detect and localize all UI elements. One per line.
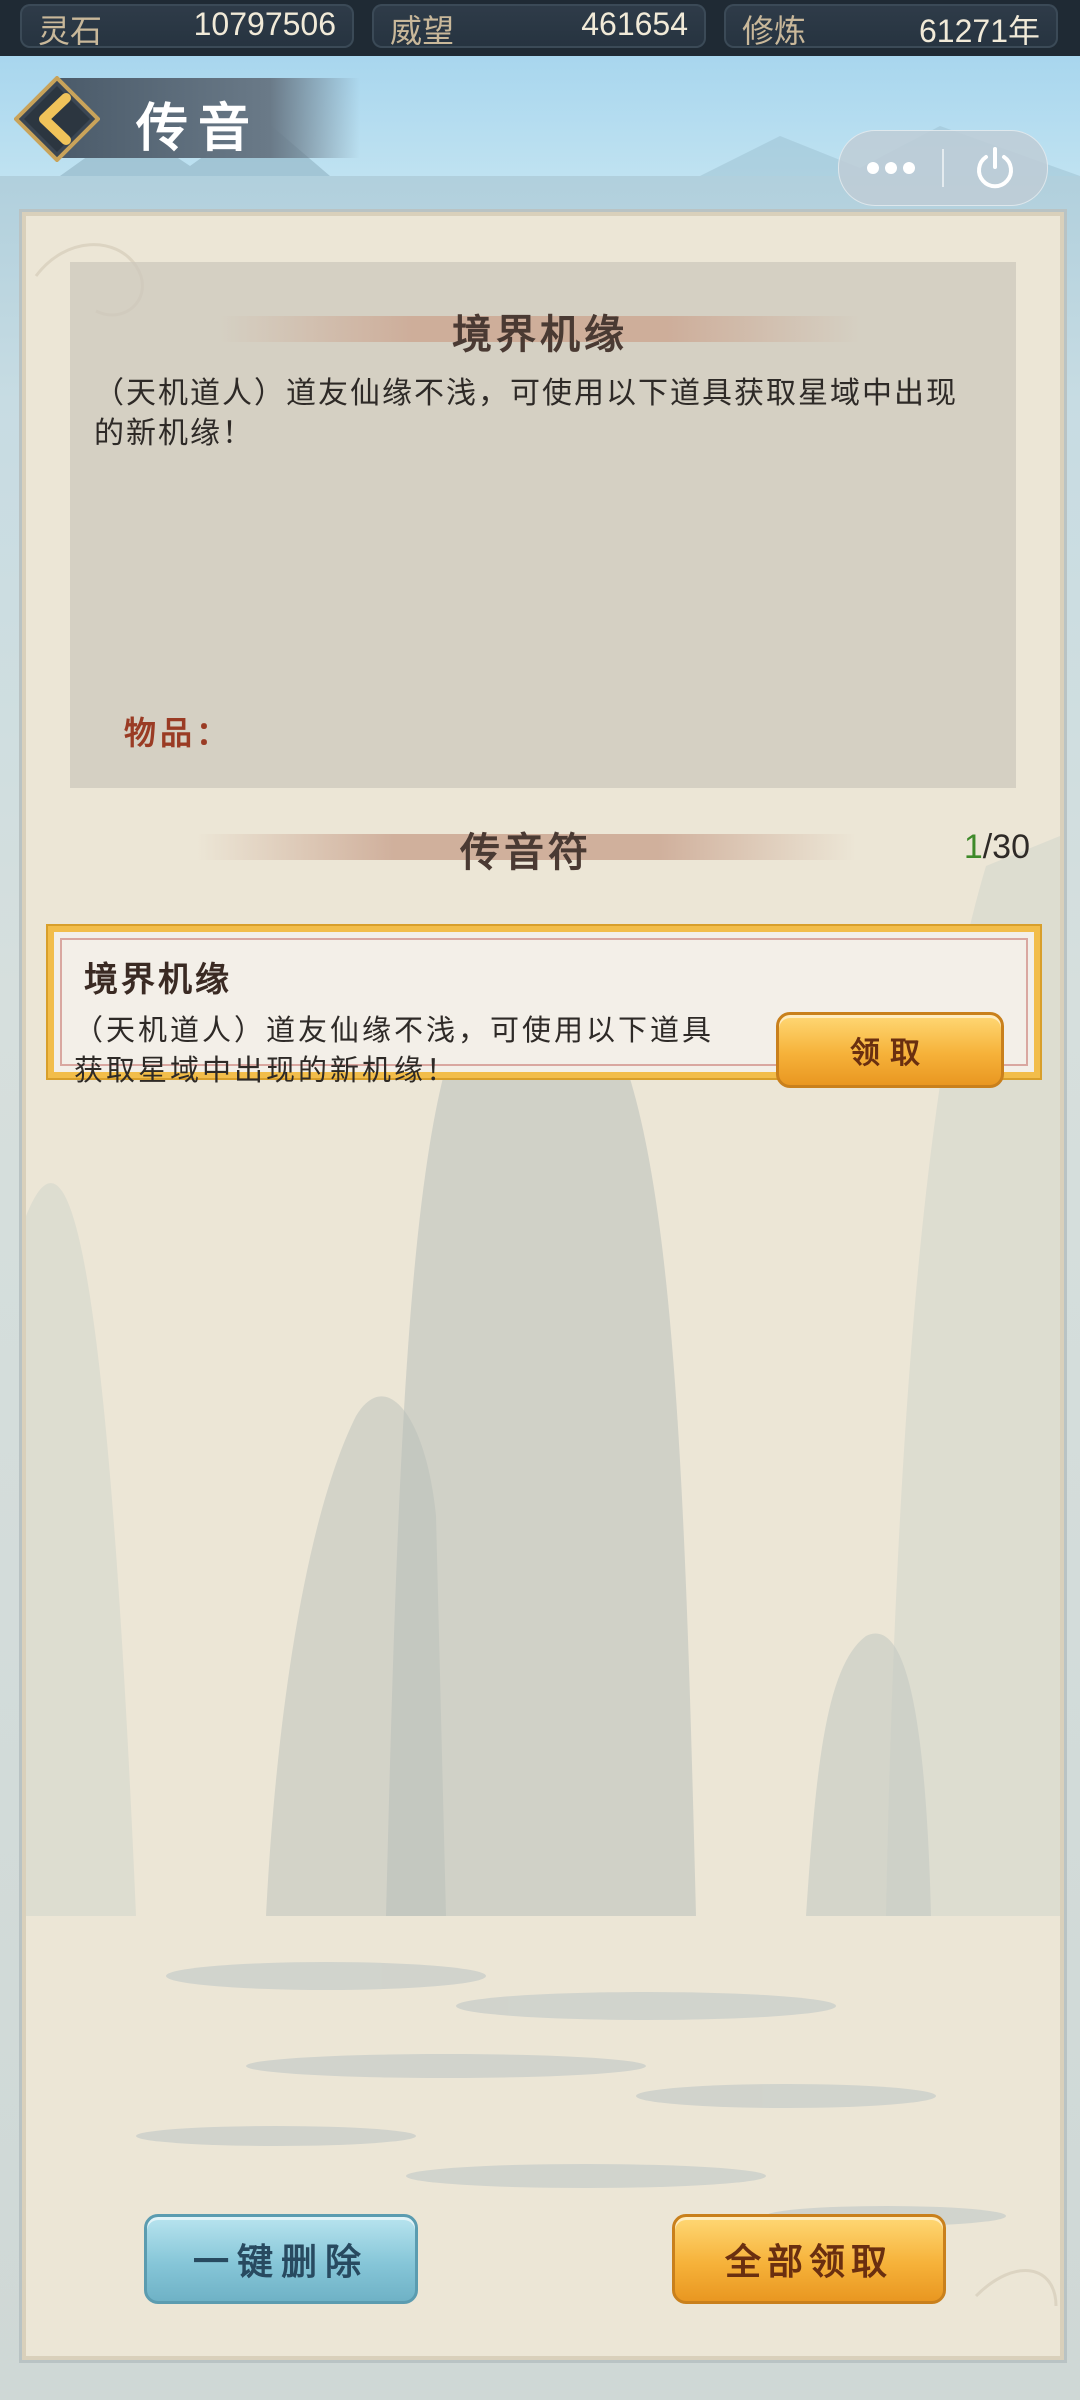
resource-bar: 灵石 10797506 威望 461654 修炼 61271年: [0, 0, 1080, 56]
mail-count-total: /30: [982, 828, 1030, 866]
more-button[interactable]: [839, 131, 943, 205]
back-button[interactable]: [13, 75, 101, 163]
resource-label: 灵石: [38, 12, 103, 50]
detail-body-text: （天机道人）道友仙缘不浅，可使用以下道具获取星域中出现的新机缘！: [94, 376, 958, 451]
claim-all-button[interactable]: 全部领取: [672, 2214, 946, 2304]
resource-spirit-stone: 灵石 10797506: [20, 4, 354, 50]
more-dots-icon: [867, 162, 915, 174]
mail-title: 境界机缘: [84, 960, 232, 1000]
detail-heading: 境界机缘: [452, 311, 628, 358]
delete-all-button[interactable]: 一键删除: [144, 2214, 418, 2304]
mail-detail: 境界机缘 （天机道人）道友仙缘不浅，可使用以下道具获取星域中出现的新机缘！ 物品…: [70, 262, 1016, 788]
claim-button[interactable]: 领取: [776, 1012, 1004, 1088]
list-heading: 传音符: [460, 829, 592, 876]
resource-label: 威望: [390, 12, 455, 50]
resource-value: 461654: [581, 6, 688, 42]
items-label: 物品：: [124, 714, 233, 752]
resource-cultivation: 修炼 61271年: [724, 4, 1058, 50]
list-heading-banner: 传音符: [196, 820, 856, 876]
chevron-left-icon: [13, 75, 101, 163]
mail-count: 1/30: [964, 828, 1030, 867]
mail-text: （天机道人）道友仙缘不浅，可使用以下道具获取星域中出现的新机缘！: [74, 1013, 715, 1087]
mail-count-current: 1: [963, 828, 983, 866]
mail-card[interactable]: 境界机缘 （天机道人）道友仙缘不浅，可使用以下道具获取星域中出现的新机缘！ 领取: [48, 926, 1040, 1088]
resource-value: 61271年: [919, 13, 1040, 49]
resource-prestige: 威望 461654: [372, 4, 706, 50]
power-icon: [977, 147, 1013, 189]
page-title: 传音: [136, 98, 261, 159]
resource-label: 修炼: [742, 12, 807, 50]
detail-heading-banner: 境界机缘: [220, 302, 860, 358]
resource-value: 10797506: [193, 6, 336, 42]
mini-program-capsule: [838, 130, 1048, 206]
close-button[interactable]: [943, 131, 1047, 205]
mail-panel: 境界机缘 （天机道人）道友仙缘不浅，可使用以下道具获取星域中出现的新机缘！ 物品…: [22, 212, 1064, 2360]
